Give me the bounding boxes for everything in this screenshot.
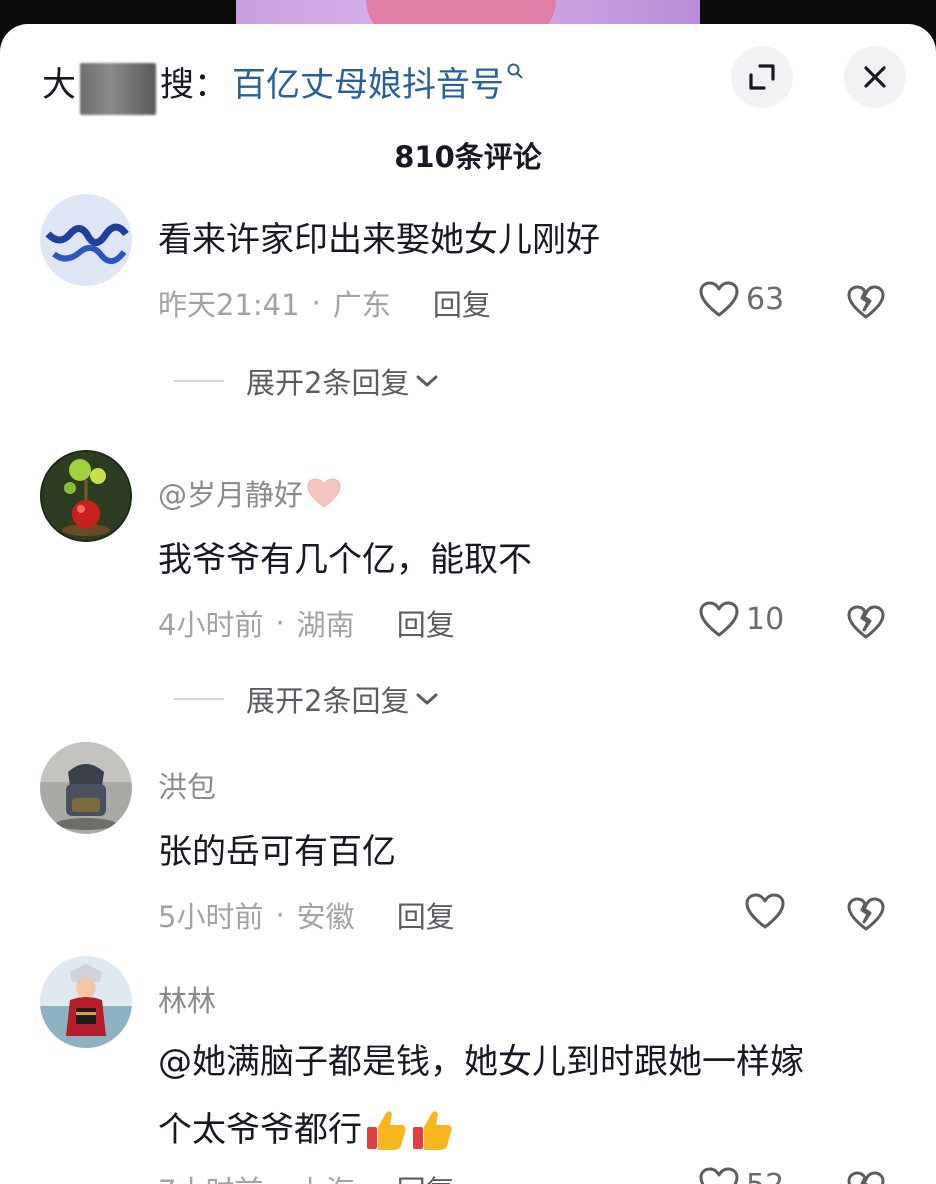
comment-text-line-2: 个太爷爷都行 <box>158 1096 888 1164</box>
reply-button[interactable]: 回复 <box>397 1168 455 1184</box>
search-icon <box>507 63 523 79</box>
divider-line <box>174 698 224 700</box>
dislike-button[interactable] <box>846 604 886 644</box>
dislike-button[interactable] <box>846 1170 886 1184</box>
username-text: 林林 <box>158 984 217 1018</box>
heart-icon <box>745 893 785 929</box>
avatar[interactable] <box>40 956 132 1048</box>
close-button[interactable] <box>844 46 906 108</box>
comment-text: 我爷爷有几个亿，能取不 <box>158 540 532 580</box>
close-icon <box>864 66 886 88</box>
expand-replies-label: 展开2条回复 <box>246 366 410 400</box>
comment-time: 5小时前 <box>158 900 264 934</box>
heart-icon <box>699 601 739 637</box>
like-count: 52 <box>746 1168 784 1184</box>
reply-button[interactable]: 回复 <box>397 894 455 936</box>
search-suffix: 搜： <box>160 64 228 105</box>
comment-text: 张的岳可有百亿 <box>158 832 396 872</box>
search-suggestion[interactable]: 大 搜： 百亿丈母娘抖音号 <box>42 56 524 115</box>
comment-text: @她满脑子都是钱，她女儿到时跟她一样嫁 个太爷爷都行 <box>158 1028 888 1164</box>
comment-username[interactable]: 洪包 <box>158 764 216 806</box>
thumbs-up-icon <box>367 1111 406 1150</box>
like-button[interactable] <box>744 892 792 930</box>
comment-meta: 5小时前 · 安徽 回复 <box>158 894 455 936</box>
broken-heart-icon <box>847 605 885 639</box>
username-text: 洪包 <box>158 770 217 804</box>
expand-replies[interactable]: 展开2条回复 <box>174 678 439 720</box>
username-text: @岁月静好 <box>158 478 304 512</box>
comment-username[interactable]: 林林 <box>158 978 216 1020</box>
comment-time: 昨天21:41 <box>158 288 300 322</box>
avatar[interactable] <box>40 194 132 286</box>
comment-meta: 昨天21:41 · 广东 回复 <box>158 282 491 324</box>
reply-button[interactable]: 回复 <box>433 282 491 324</box>
expand-replies[interactable]: 展开2条回复 <box>174 360 439 402</box>
like-button[interactable]: 52 <box>698 1166 784 1184</box>
heart-icon <box>699 281 739 317</box>
chevron-down-icon <box>416 693 438 705</box>
expand-button[interactable] <box>731 46 793 108</box>
separator: · <box>275 898 285 932</box>
comment-text: 看来许家印出来娶她女儿刚好 <box>158 220 600 260</box>
comment-meta: 7小时前 · 上海 回复 <box>158 1168 455 1184</box>
broken-heart-icon <box>847 285 885 319</box>
search-prefix: 大 <box>42 64 76 105</box>
dislike-button[interactable] <box>846 284 886 324</box>
like-count: 10 <box>746 601 785 637</box>
like-button[interactable]: 10 <box>698 600 784 638</box>
reply-button[interactable]: 回复 <box>397 602 455 644</box>
divider-line <box>174 380 224 382</box>
comment-username[interactable]: @岁月静好 <box>158 472 343 514</box>
chevron-down-icon <box>416 375 438 387</box>
comment-count-title: 810条评论 <box>394 140 542 174</box>
comment-time: 7小时前 <box>158 1168 263 1184</box>
comment-meta: 4小时前 · 湖南 回复 <box>158 602 455 644</box>
broken-heart-icon <box>847 897 885 931</box>
comment-text-line: @她满脑子都是钱，她女儿到时跟她一样嫁 <box>158 1042 804 1082</box>
comment-text-line: 个太爷爷都行 <box>158 1110 362 1150</box>
blurred-text <box>80 63 156 115</box>
expand-replies-label: 展开2条回复 <box>246 684 410 718</box>
like-button[interactable]: 63 <box>698 280 784 318</box>
like-count: 63 <box>746 281 785 317</box>
broken-heart-icon <box>847 1171 885 1184</box>
search-term-link[interactable]: 百亿丈母娘抖音号 <box>232 57 504 106</box>
avatar[interactable] <box>40 742 132 834</box>
comment-location: 安徽 <box>296 900 355 934</box>
expand-icon <box>749 64 775 90</box>
dislike-button[interactable] <box>846 896 886 936</box>
comments-panel: 大 搜： 百亿丈母娘抖音号 810条评论 看来许家印出来娶她女儿刚好 昨天21:… <box>0 24 936 1184</box>
avatar[interactable] <box>40 450 132 542</box>
comment-location: 上海 <box>297 1168 355 1184</box>
comment-time: 4小时前 <box>158 608 264 642</box>
heart-emoji-icon <box>307 478 341 508</box>
separator: · <box>311 286 321 320</box>
separator: · <box>275 606 285 640</box>
thumbs-up-icon <box>413 1111 452 1150</box>
separator: · <box>275 1172 284 1184</box>
comment-location: 广东 <box>332 288 391 322</box>
heart-icon <box>699 1167 739 1184</box>
comment-location: 湖南 <box>296 608 355 642</box>
